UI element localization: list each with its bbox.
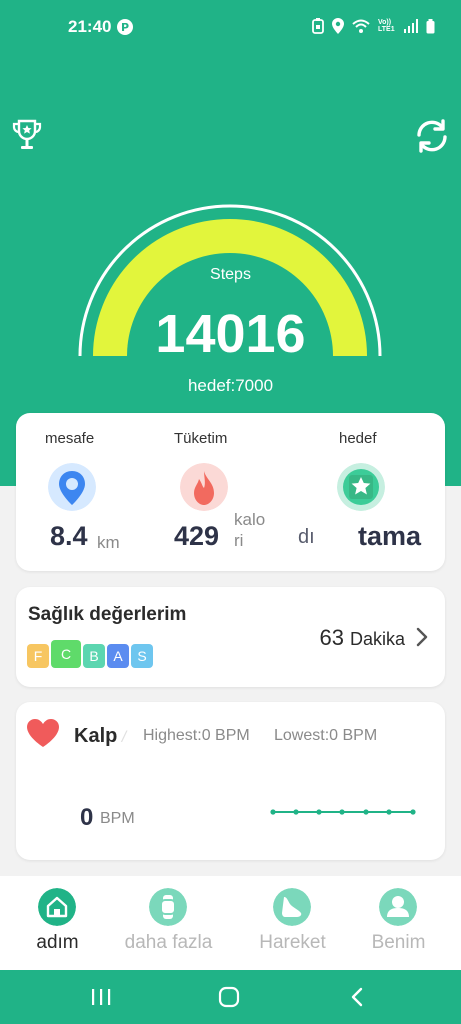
location-icon	[332, 18, 344, 34]
battery-saver-icon	[312, 18, 324, 34]
trophy-icon[interactable]	[11, 118, 43, 156]
heart-rate-card[interactable]: Kalp / Highest:0 BPM Lowest:0 BPM 0 BPM	[16, 702, 445, 860]
grade-badge-c: C	[51, 640, 81, 668]
tab-label-adim: adım	[36, 932, 79, 953]
grade-badge-a: A	[107, 644, 129, 668]
goal-unit-partial: dı	[298, 526, 315, 548]
goal-title: hedef	[339, 430, 377, 447]
paypal-icon: P	[117, 19, 133, 35]
home-button-icon[interactable]	[216, 984, 242, 1010]
tab-adim[interactable]: adım	[0, 876, 115, 970]
status-time: 21:40	[68, 17, 112, 36]
watch-icon	[149, 888, 187, 926]
heart-rate-lowest: Lowest:0 BPM	[274, 727, 378, 744]
tab-label-hareket: Hareket	[259, 932, 326, 953]
calories-value: 429	[174, 521, 220, 551]
system-navigation-bar	[0, 970, 461, 1024]
heart-rate-unit: BPM	[100, 810, 135, 827]
tab-label-daha-fazla: daha fazla	[124, 932, 213, 953]
health-minutes-value: 63	[319, 625, 344, 650]
heart-rate-title: Kalp /	[74, 725, 127, 747]
location-pin-icon	[48, 463, 96, 511]
calories-title: Tüketim	[174, 430, 228, 447]
steps-count: 14016	[155, 304, 306, 364]
recent-apps-icon[interactable]	[88, 984, 114, 1010]
shoe-icon	[273, 888, 311, 926]
health-minutes-unit: Dakika	[349, 629, 405, 649]
profile-icon	[379, 888, 417, 926]
wifi-icon	[352, 19, 370, 33]
tab-daha-fazla[interactable]: daha fazla	[111, 876, 226, 970]
heart-rate-trend-line	[270, 809, 416, 815]
flame-icon	[180, 463, 228, 511]
tab-label-benim: Benim	[371, 932, 426, 953]
back-icon[interactable]	[345, 984, 371, 1010]
heart-rate-highest: Highest:0 BPM	[143, 727, 250, 744]
grade-badge-f: F	[27, 644, 49, 668]
goal-star-icon	[337, 463, 385, 511]
home-icon	[38, 888, 76, 926]
bottom-tab-bar: adım daha fazla Hareket Benim	[0, 876, 461, 970]
health-values-title: Sağlık değerlerim	[28, 604, 187, 625]
battery-icon	[426, 18, 435, 33]
distance-title: mesafe	[45, 430, 95, 447]
chevron-right-icon[interactable]	[415, 627, 429, 647]
sync-icon[interactable]	[414, 118, 450, 154]
tab-benim[interactable]: Benim	[341, 876, 456, 970]
signal-icon	[404, 19, 418, 33]
grade-badge-s: S	[131, 644, 153, 668]
health-values-card[interactable]: Sağlık değerlerim F C B A S 63 Dakika	[16, 587, 445, 687]
heart-icon	[27, 719, 59, 747]
svg-text:P: P	[121, 21, 129, 34]
daily-stats-card: mesafe Tüketim hedef 8.4 km 429 kalo ri …	[16, 413, 445, 571]
calories-unit-line2: ri	[234, 531, 244, 550]
carrier-label: Vo)) LTE1	[378, 19, 395, 33]
heart-rate-value: 0	[80, 804, 94, 831]
step-goal-label: hedef:7000	[187, 376, 274, 395]
health-grade-badges: F C B A S	[27, 640, 153, 668]
steps-label: Steps	[210, 266, 251, 283]
distance-value: 8.4	[50, 521, 88, 551]
tab-hareket[interactable]: Hareket	[235, 876, 350, 970]
grade-badge-b: B	[83, 644, 105, 668]
calories-unit-line1: kalo	[234, 510, 266, 529]
goal-status-value: tama	[358, 521, 422, 551]
status-bar: 21:40 P Vo)) LTE1	[0, 0, 461, 56]
distance-unit: km	[97, 533, 120, 552]
